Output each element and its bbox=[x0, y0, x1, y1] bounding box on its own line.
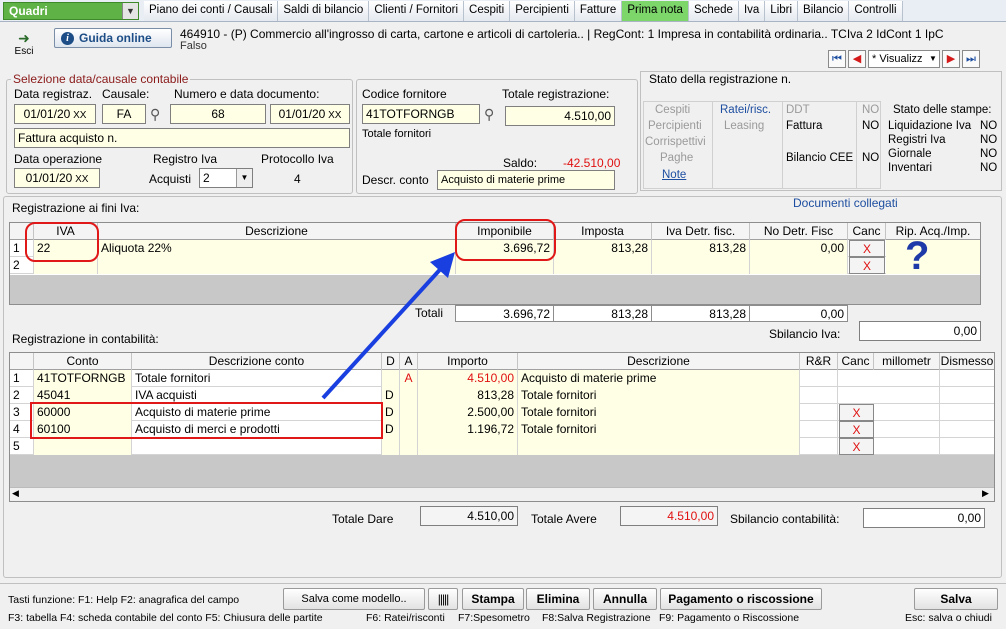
f9-hint: F9: Pagamento o Riscossione bbox=[659, 612, 800, 624]
tasti-funzione: Tasti funzione: F1: Help F2: anagrafica … bbox=[8, 594, 240, 606]
f7-hint: F7:Spesometro bbox=[458, 612, 530, 624]
barcode-icon: ||||| bbox=[437, 592, 450, 606]
stampa-button[interactable]: Stampa bbox=[462, 588, 524, 610]
f6-hint: F6: Ratei/risconti bbox=[366, 612, 445, 624]
annulla-button[interactable]: Annulla bbox=[593, 588, 657, 610]
esc-hint: Esc: salva o chiudi bbox=[905, 612, 992, 624]
salva-modello-button[interactable]: Salva come modello.. bbox=[283, 588, 425, 610]
elimina-button[interactable]: Elimina bbox=[526, 588, 590, 610]
f8-hint: F8:Salva Registrazione bbox=[542, 612, 651, 624]
tasti-funzione-2: F3: tabella F4: scheda contabile del con… bbox=[8, 612, 323, 624]
pagamento-button[interactable]: Pagamento o riscossione bbox=[660, 588, 822, 610]
annotation-arrow bbox=[321, 252, 455, 400]
salva-button[interactable]: Salva bbox=[914, 588, 998, 610]
barcode-button[interactable]: ||||| bbox=[428, 588, 458, 610]
footer-divider bbox=[0, 583, 1006, 584]
